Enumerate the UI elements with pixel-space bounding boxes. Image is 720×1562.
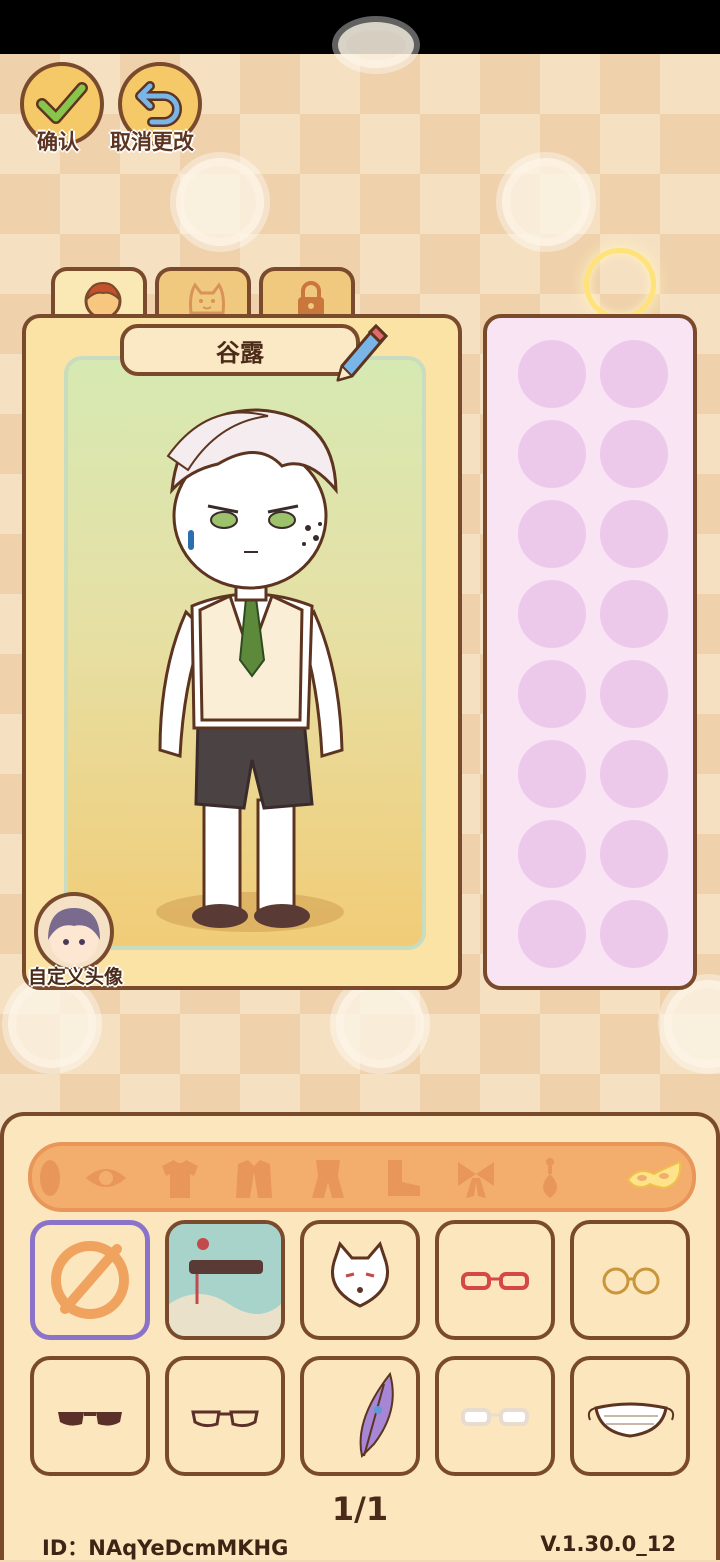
item-face-mask[interactable] — [570, 1356, 690, 1476]
custom-avatar-label: 自定义头像 — [28, 966, 124, 988]
page-indicator: 1/1 — [331, 1490, 389, 1528]
character-stage — [64, 356, 426, 950]
equip-slot[interactable] — [600, 420, 668, 488]
checkmark-icon — [36, 82, 88, 124]
sun-decoration — [502, 158, 590, 246]
item-sunglasses[interactable] — [30, 1356, 150, 1476]
equip-slot[interactable] — [600, 660, 668, 728]
boots-icon[interactable] — [378, 1156, 426, 1200]
bow-icon[interactable] — [452, 1156, 500, 1200]
character-figure — [156, 408, 344, 932]
sun-decoration — [336, 980, 424, 1068]
item-red-glasses[interactable] — [435, 1220, 555, 1340]
feather-icon — [359, 1371, 394, 1458]
equip-slot[interactable] — [518, 420, 586, 488]
item-hairpin-accessory[interactable] — [165, 1220, 285, 1340]
equip-slot[interactable] — [600, 500, 668, 568]
equip-slot[interactable] — [600, 740, 668, 808]
shirt-icon[interactable] — [156, 1156, 204, 1200]
equip-slot[interactable] — [518, 340, 586, 408]
outfit-icon[interactable] — [304, 1156, 352, 1200]
character-face-icon — [84, 281, 122, 319]
undo-icon — [135, 81, 182, 127]
round-glasses-icon — [602, 1267, 660, 1295]
eye-icon[interactable] — [82, 1156, 130, 1200]
character-preview-panel: 谷露 自定义头像 — [22, 314, 462, 990]
sun-decoration — [338, 22, 414, 68]
none-icon — [51, 1241, 129, 1319]
thin-glasses-icon — [191, 1410, 259, 1428]
category-bar — [28, 1142, 696, 1212]
face-mask-icon — [587, 1402, 675, 1438]
character-name[interactable]: 谷露 — [120, 324, 360, 376]
confirm-label: 确认 — [37, 130, 79, 154]
hairpin-accessory-icon — [169, 1224, 281, 1336]
custom-avatar-button[interactable] — [34, 892, 114, 972]
equip-slot[interactable] — [518, 740, 586, 808]
equipped-slots-panel — [483, 314, 697, 990]
item-round-glasses[interactable] — [570, 1220, 690, 1340]
sun-decoration — [176, 158, 264, 246]
item-white-glasses[interactable] — [435, 1356, 555, 1476]
equip-slot[interactable] — [518, 660, 586, 728]
equip-slot[interactable] — [518, 580, 586, 648]
equip-slot[interactable] — [518, 820, 586, 888]
equip-slot[interactable] — [600, 580, 668, 648]
equip-slot[interactable] — [600, 820, 668, 888]
item-feather[interactable] — [300, 1356, 420, 1476]
equip-slot[interactable] — [600, 340, 668, 408]
white-glasses-icon — [461, 1408, 529, 1426]
sparkle-halo — [584, 248, 656, 320]
lock-icon — [298, 281, 324, 317]
earring-icon[interactable] — [526, 1156, 574, 1200]
player-id: ID：NAqYeDcmMKHG — [42, 1536, 289, 1560]
equip-slot[interactable] — [518, 900, 586, 968]
item-fox-mask[interactable] — [300, 1220, 420, 1340]
sun-decoration — [8, 980, 96, 1068]
mask-icon[interactable] — [624, 1156, 684, 1200]
equip-slot[interactable] — [600, 900, 668, 968]
item-thin-glasses[interactable] — [165, 1356, 285, 1476]
cancel-changes-label: 取消更改 — [110, 130, 194, 154]
red-glasses-icon — [461, 1272, 529, 1290]
cat-face-icon — [189, 282, 225, 315]
sunglasses-icon — [58, 1412, 122, 1426]
pencil-edit-icon[interactable] — [332, 322, 390, 386]
version-label: V.1.30.0_12 — [540, 1532, 676, 1556]
coat-icon[interactable] — [230, 1156, 278, 1200]
avatar-face — [48, 908, 100, 964]
equip-slot[interactable] — [518, 500, 586, 568]
hair-icon[interactable] — [32, 1156, 80, 1200]
fox-mask-icon — [331, 1241, 389, 1308]
item-none[interactable] — [30, 1220, 150, 1340]
